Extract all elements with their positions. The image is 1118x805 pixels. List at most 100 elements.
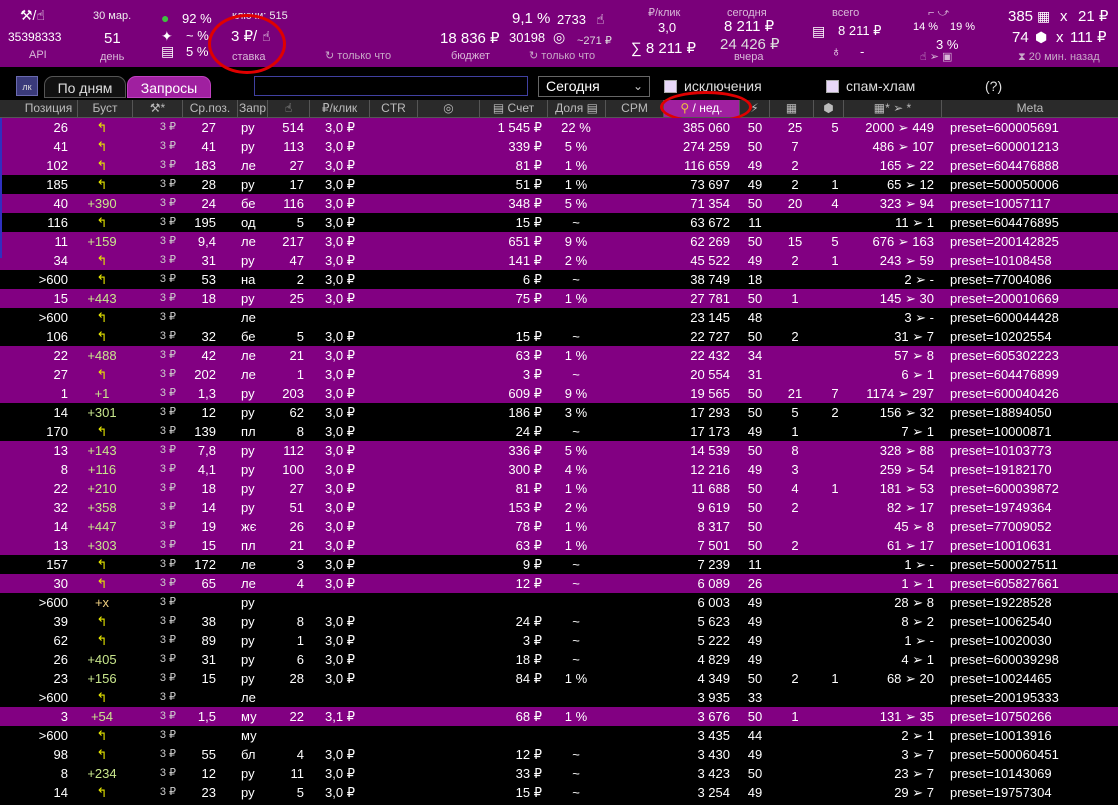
- table-row[interactable]: 185 ↰ 3 ₽28 ру 17 3,0 ₽51 ₽1 % 73 697 49 2 1 65 ➢ …: [0, 175, 1118, 194]
- help-button[interactable]: (?): [985, 78, 1002, 94]
- table-row[interactable]: 13 +303 3 ₽ 15 пл 21 3,0 ₽ 63 ₽ 1 % 7 501 50 2 61 ➢ …: [0, 536, 1118, 555]
- table-row[interactable]: 26 +405 3 ₽ 31 ру 6 3,0 ₽ 18 ₽ ~4 829 49 4 ➢ 1 pres…: [0, 650, 1118, 669]
- table-row[interactable]: 22 +210 3 ₽18 ру 27 3,0 ₽81 ₽1 % 11 688 50 4 1 181…: [0, 479, 1118, 498]
- cell-position: 41: [53, 139, 68, 154]
- table-row[interactable]: 13 +143 3 ₽ 7,8 ру 112 3,0 ₽ 336 ₽ 5 % 14 539 50 8 3…: [0, 441, 1118, 460]
- table-row[interactable]: 32 +358 3 ₽ 14 ру 51 3,0 ₽ 153 ₽ 2 % 9 619 50 2 82 ➢…: [0, 498, 1118, 517]
- cell-week: 274 259: [683, 139, 730, 154]
- period-select[interactable]: Сегодня ⌄: [538, 76, 650, 97]
- col-clicks[interactable]: ☝: [268, 100, 310, 117]
- cell-funnel: 165 ➢ 22: [879, 158, 934, 173]
- table-row[interactable]: 8 +116 3 ₽ 4,1 ру 100 3,0 ₽ 300 ₽ 4 % 12 216 49 3 25…: [0, 460, 1118, 479]
- col-bid[interactable]: ⚒*: [133, 100, 183, 117]
- tab-queries[interactable]: Запросы: [127, 76, 211, 98]
- lk-button[interactable]: лк: [16, 76, 38, 96]
- cell-meta: preset=77004086: [950, 272, 1052, 287]
- cell-per-click: 3,0 ₽: [325, 158, 355, 173]
- spam-checkbox[interactable]: [826, 80, 839, 93]
- col-query[interactable]: Запр: [238, 100, 268, 117]
- search-input[interactable]: [254, 76, 528, 96]
- table-row[interactable]: 170 ↰ 3 ₽ 139 пл 8 3,0 ₽ 24 ₽ ~17 173 49 1 7 ➢ 1 pre…: [0, 422, 1118, 441]
- table-row[interactable]: 14 +447 3 ₽ 19 жє 26 3,0 ₽ 78 ₽ 1 % 8 317 50 45 ➢ 8…: [0, 517, 1118, 536]
- col-views[interactable]: ◎: [418, 100, 480, 117]
- sum-value: ∑ 8 211 ₽: [631, 40, 696, 57]
- cell-n: 50: [747, 234, 763, 249]
- exclusions-checkbox[interactable]: [664, 80, 677, 93]
- col-ctr[interactable]: CTR: [370, 100, 418, 117]
- table-row[interactable]: 30 ↰ 3 ₽ 65 ле 4 3,0 ₽ 12 ₽ ~6 089 26 1 ➢ 1 preset=…: [0, 574, 1118, 593]
- money-bag-icon: ♁: [831, 43, 842, 59]
- cell-clicks: 112: [283, 443, 304, 458]
- table-row[interactable]: 102 ↰ 3 ₽ 183 ле 27 3,0 ₽ 81 ₽ 1 % 116 659 49 2 165 …: [0, 156, 1118, 175]
- col-boost[interactable]: Буст: [78, 100, 133, 117]
- cell-query: ру: [241, 652, 255, 667]
- cell-n: 11: [748, 557, 762, 572]
- table-row[interactable]: 15 +443 3 ₽ 18 ру 25 3,0 ₽ 75 ₽ 1 % 27 781 50 1 145 …: [0, 289, 1118, 308]
- table-row[interactable]: 3 +54 3 ₽ 1,5 му 22 3,1 ₽ 68 ₽ 1 % 3 676 50 1 131 ➢ …: [0, 707, 1118, 726]
- cell-week: 4 349: [697, 671, 730, 686]
- cell-avg-pos: 9,4: [197, 234, 216, 249]
- table-row[interactable]: 40 +390 3 ₽24 бе 116 3,0 ₽348 ₽5 % 71 354 50 20 4…: [0, 194, 1118, 213]
- table-row[interactable]: 1 +1 3 ₽1,3 ру 203 3,0 ₽609 ₽9 % 19 565 50 21 7 11…: [0, 384, 1118, 403]
- cell-week: 385 060: [683, 120, 730, 135]
- col-box[interactable]: ⬢: [814, 100, 844, 117]
- table-row[interactable]: 8 +234 3 ₽ 12 ру 11 3,0 ₽ 33 ₽ ~3 423 50 23 ➢ 7 pre…: [0, 764, 1118, 783]
- table-row[interactable]: >600 ↰ 3 ₽ ле 23 145 48 3 ➢ - preset=600044428: [0, 308, 1118, 327]
- cell-funnel: 23 ➢ 7: [894, 766, 934, 781]
- date-label: 30 мар.: [93, 10, 132, 22]
- table-row[interactable]: 116 ↰ 3 ₽ 195 од 5 3,0 ₽ 15 ₽ ~63 672 11 11 ➢ 1 pre…: [0, 213, 1118, 232]
- cell-meta: preset=605827661: [950, 576, 1059, 591]
- cell-bid: 3 ₽: [159, 140, 176, 152]
- col-meta[interactable]: Meta: [942, 100, 1118, 117]
- col-avg-pos[interactable]: Ср.поз.: [183, 100, 238, 117]
- col-flash[interactable]: ⚡: [740, 100, 770, 117]
- table-row[interactable]: 11 +159 3 ₽ 9,4 ле 217 3,0 ₽ 651 ₽ 9 % 62 269 50 15…: [0, 232, 1118, 251]
- table-row[interactable]: 157 ↰ 3 ₽ 172 ле 3 3,0 ₽ 9 ₽ ~7 239 11 1 ➢ - preset…: [0, 555, 1118, 574]
- col-funnel[interactable]: ▦* ➢ *: [844, 100, 942, 117]
- table-row[interactable]: >600 ↰ 3 ₽ ле 3 935 33 preset=200195333: [0, 688, 1118, 707]
- table-row[interactable]: 106 ↰ 3 ₽ 32 бе 5 3,0 ₽ 15 ₽ ~22 727 50 2 31 ➢ 7 pre…: [0, 327, 1118, 346]
- table-row[interactable]: 23 +156 3 ₽15 ру 28 3,0 ₽84 ₽1 % 4 349 50 2 1 68 ➢…: [0, 669, 1118, 688]
- table-row[interactable]: >600 ↰ 3 ₽ 53 на 2 3,0 ₽ 6 ₽ ~38 749 18 2 ➢ - prese…: [0, 270, 1118, 289]
- col-cpm[interactable]: CPM: [606, 100, 664, 117]
- cell-query: ру: [241, 291, 255, 306]
- col-share[interactable]: Доля ▤: [548, 100, 606, 117]
- cell-cart: 2: [791, 158, 799, 173]
- table-row[interactable]: 26 ↰ 3 ₽ 27 ру 514 3,0 ₽ 1 545 ₽ 22 % 385 060 50 25…: [0, 118, 1118, 137]
- cell-cart: 1: [791, 424, 799, 439]
- cell-funnel: 4 ➢ 1: [901, 652, 934, 667]
- tools-pointer-icon[interactable]: ⚒/☝: [20, 8, 45, 22]
- table-row[interactable]: >600 ↰ 3 ₽ му 3 435 44 2 ➢ 1 preset=10013916: [0, 726, 1118, 745]
- cell-bid: 3 ₽: [159, 311, 176, 323]
- cell-bid: 3 ₽: [159, 330, 176, 342]
- table-row[interactable]: 98 ↰ 3 ₽ 55 бл 4 3,0 ₽ 12 ₽ ~3 430 49 3 ➢ 7 preset=…: [0, 745, 1118, 764]
- cell-week: 9 619: [697, 500, 730, 515]
- cell-position: 185: [46, 177, 68, 192]
- cell-query: ле: [241, 367, 256, 382]
- eye-icon: ◎: [553, 29, 566, 45]
- table-row[interactable]: 41 ↰ 3 ₽ 41 ру 113 3,0 ₽ 339 ₽ 5 % 274 259 50 7 486 …: [0, 137, 1118, 156]
- cell-n: 50: [747, 329, 763, 344]
- cell-share: ~: [572, 766, 580, 781]
- col-week[interactable]: ⚲ / нед.: [664, 100, 740, 117]
- col-per-click[interactable]: ₽/клик: [310, 100, 370, 117]
- cell-clicks: 8: [296, 614, 304, 629]
- table-row[interactable]: 62 ↰ 3 ₽ 89 ру 1 3,0 ₽ 3 ₽ ~5 222 49 1 ➢ - preset=1…: [0, 631, 1118, 650]
- table-row[interactable]: 14 +301 3 ₽12 ру 62 3,0 ₽186 ₽3 % 17 293 50 5 2 15…: [0, 403, 1118, 422]
- eye-icon: ◎: [443, 101, 454, 115]
- table-row[interactable]: 22 +488 3 ₽ 42 ле 21 3,0 ₽ 63 ₽ 1 % 22 432 34 57 ➢ …: [0, 346, 1118, 365]
- col-position[interactable]: Позиция: [20, 100, 78, 117]
- scroll-indicator[interactable]: [0, 118, 2, 258]
- table-row[interactable]: 39 ↰ 3 ₽ 38 ру 8 3,0 ₽ 24 ₽ ~5 623 49 8 ➢ 2 preset=…: [0, 612, 1118, 631]
- table-row[interactable]: 34 ↰ 3 ₽31 ру 47 3,0 ₽141 ₽2 % 45 522 49 2 1 243 ➢…: [0, 251, 1118, 270]
- cell-position: 14: [53, 785, 68, 800]
- table-row[interactable]: >600 +x 3 ₽ ру 6 003 49 28 ➢ 8 preset=19228528: [0, 593, 1118, 612]
- cell-bid: 3 ₽: [159, 710, 176, 722]
- col-bill[interactable]: ▤ Счет: [480, 100, 548, 117]
- tab-by-days[interactable]: По дням: [44, 76, 126, 98]
- col-cart[interactable]: ▦: [770, 100, 814, 117]
- table-row[interactable]: 27 ↰ 3 ₽ 202 ле 1 3,0 ₽ 3 ₽ ~20 554 31 6 ➢ 1 preset…: [0, 365, 1118, 384]
- table-row[interactable]: 14 ↰ 3 ₽ 23 ру 5 3,0 ₽ 15 ₽ ~3 254 49 29 ➢ 7 preset…: [0, 783, 1118, 802]
- bid-value[interactable]: 3 ₽/: [231, 29, 257, 44]
- per-click-value: 3,0: [658, 20, 677, 35]
